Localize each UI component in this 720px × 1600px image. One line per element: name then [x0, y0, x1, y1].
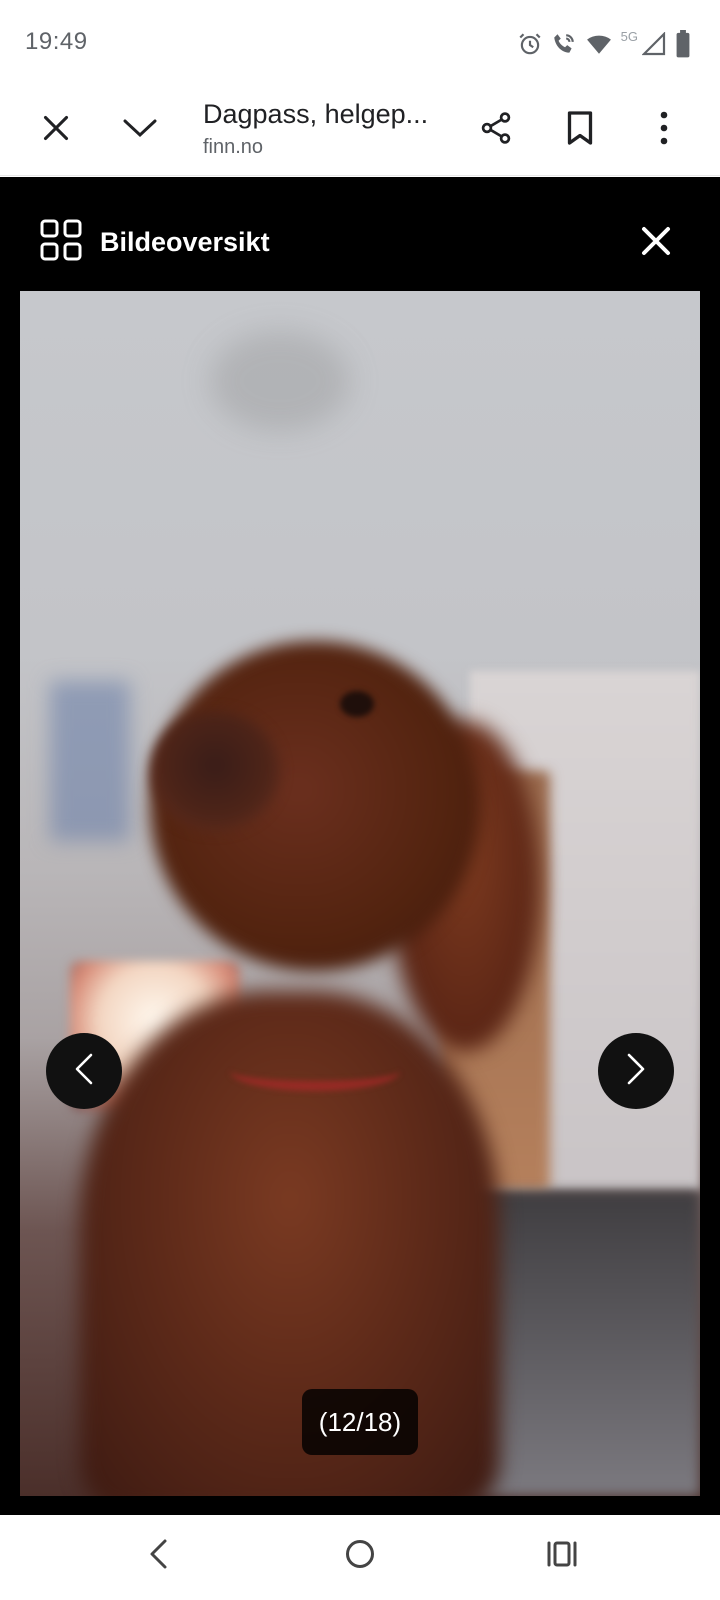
close-tab-button[interactable] — [28, 102, 84, 158]
image-gallery: Bildeoversikt (12/18) — [0, 177, 720, 1515]
wifi-call-icon — [551, 31, 577, 57]
close-gallery-button[interactable] — [632, 219, 680, 267]
previous-image-button[interactable] — [46, 1033, 122, 1109]
page-url: finn.no — [203, 136, 264, 158]
photo-dog-snout — [150, 711, 280, 831]
wifi-icon — [585, 31, 613, 57]
chevron-left-icon — [73, 1052, 95, 1091]
minimize-tab-button[interactable] — [112, 102, 168, 158]
system-back-button[interactable] — [130, 1533, 186, 1579]
signal-icon — [642, 32, 666, 56]
status-time: 19:49 — [25, 28, 88, 55]
status-bar: 19:49 5G — [0, 0, 720, 84]
gallery-photo[interactable] — [20, 291, 700, 1496]
photo-dog-collar — [230, 1051, 400, 1091]
share-button[interactable] — [468, 102, 524, 158]
browser-toolbar: Dagpass, helgep... finn.no — [0, 84, 720, 176]
back-icon — [147, 1537, 169, 1576]
system-recents-button[interactable] — [534, 1533, 590, 1579]
system-nav-bar — [0, 1515, 720, 1600]
chevron-right-icon — [625, 1052, 647, 1091]
alarm-icon — [517, 31, 543, 57]
bookmark-icon — [565, 110, 595, 151]
status-icons: 5G — [517, 28, 692, 60]
close-icon — [640, 225, 672, 262]
more-vert-icon — [659, 111, 669, 150]
close-icon — [42, 114, 70, 147]
chevron-down-icon — [123, 118, 157, 143]
bookmark-button[interactable] — [552, 102, 608, 158]
photo-painting — [50, 681, 130, 841]
page-title-area[interactable]: Dagpass, helgep... finn.no — [203, 94, 443, 160]
battery-icon — [674, 30, 692, 58]
system-home-button[interactable] — [332, 1533, 388, 1579]
image-overview-label: Bildeoversikt — [100, 226, 270, 257]
grid-icon — [40, 219, 82, 266]
home-icon — [344, 1538, 376, 1575]
next-image-button[interactable] — [598, 1033, 674, 1109]
recents-icon — [546, 1540, 578, 1573]
photo-dog-eye — [340, 691, 374, 717]
share-icon — [478, 110, 514, 151]
network-type-label: 5G — [620, 28, 638, 44]
page-title: Dagpass, helgep... — [203, 99, 429, 129]
more-options-button[interactable] — [636, 102, 692, 158]
image-counter: (12/18) — [302, 1389, 418, 1455]
image-overview-button[interactable]: Bildeoversikt — [40, 219, 270, 265]
photo-ceiling-shadow — [210, 331, 350, 431]
gallery-header: Bildeoversikt — [0, 177, 720, 291]
